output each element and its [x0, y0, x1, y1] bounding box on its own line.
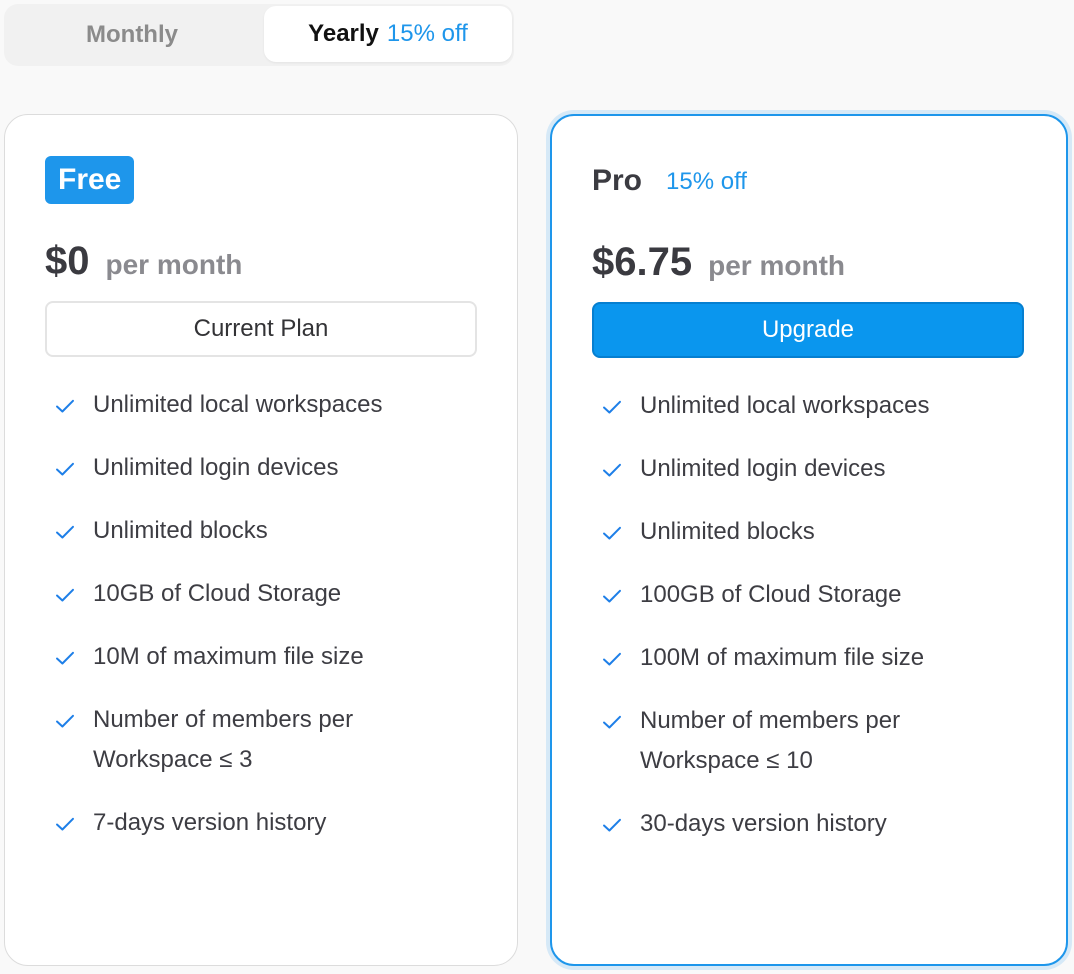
free-feature-members-per-workspace: Number of members per Workspace ≤ 3: [47, 704, 487, 784]
free-feature-text: Number of members per Workspace ≤ 3: [93, 706, 354, 773]
pro-feature-unlimited-local-workspaces: Unlimited local workspaces: [594, 390, 1034, 430]
yearly-toggle-option[interactable]: Yearly 15% off: [264, 6, 512, 62]
pro-feature-text: 100M of maximum file size: [640, 644, 925, 671]
free-feature-version-history: 7-days version history: [47, 807, 487, 847]
check-icon: [47, 515, 83, 548]
pro-feature-version-history: 30-days version history: [594, 808, 1034, 848]
free-plan-header: Free: [45, 155, 135, 205]
check-icon: [47, 452, 83, 485]
current-plan-button[interactable]: Current Plan: [45, 301, 477, 357]
check-icon: [47, 578, 83, 611]
free-plan-period: per month: [105, 249, 243, 280]
free-feature-cloud-storage: 10GB of Cloud Storage: [47, 578, 487, 618]
pro-feature-maximum-file-size: 100M of maximum file size: [594, 642, 1034, 682]
free-feature-text: Unlimited blocks: [93, 517, 268, 544]
free-plan-card: Free $0 per month Current Plan Unlimited…: [4, 114, 518, 966]
free-feature-text: Unlimited login devices: [93, 454, 339, 481]
pro-feature-text: Unlimited login devices: [640, 455, 886, 482]
pro-feature-text: 100GB of Cloud Storage: [640, 581, 902, 608]
pro-feature-text: Number of members per Workspace ≤ 10: [640, 707, 901, 774]
pricing-page: Monthly Yearly 15% off Free $0 per month…: [0, 0, 1074, 974]
free-plan-price-row: $0 per month: [45, 241, 242, 291]
free-plan-feature-list: Unlimited local workspaces Unlimited log…: [47, 389, 487, 870]
pro-feature-cloud-storage: 100GB of Cloud Storage: [594, 579, 1034, 619]
upgrade-button[interactable]: Upgrade: [592, 302, 1024, 358]
pro-feature-members-per-workspace: Number of members per Workspace ≤ 10: [594, 705, 1034, 785]
free-plan-price: $0: [45, 239, 90, 283]
check-icon: [594, 453, 630, 486]
yearly-label: Yearly: [308, 20, 379, 47]
check-icon: [47, 807, 83, 840]
pro-plan-name: Pro: [592, 164, 643, 197]
pro-plan-card: Pro 15% off $6.75 per month Upgrade Unli…: [550, 114, 1068, 966]
pro-feature-text: Unlimited blocks: [640, 518, 815, 545]
monthly-label: Monthly: [86, 21, 178, 48]
check-icon: [47, 704, 83, 737]
pro-feature-unlimited-blocks: Unlimited blocks: [594, 516, 1034, 556]
pro-plan-discount: 15% off: [666, 168, 747, 195]
free-feature-text: 10GB of Cloud Storage: [93, 580, 342, 607]
check-icon: [594, 579, 630, 612]
pro-feature-text: 30-days version history: [640, 810, 887, 837]
pro-plan-period: per month: [708, 250, 845, 281]
free-plan-name-badge: Free: [45, 156, 135, 204]
pro-plan-price: $6.75: [592, 240, 693, 284]
yearly-discount-label: 15% off: [386, 20, 468, 47]
check-icon: [594, 642, 630, 675]
monthly-toggle-option[interactable]: Monthly: [4, 4, 260, 66]
free-feature-text: 10M of maximum file size: [93, 643, 364, 670]
free-feature-text: Unlimited local workspaces: [93, 391, 383, 418]
billing-period-toggle: Monthly Yearly 15% off: [4, 4, 514, 66]
pro-plan-price-row: $6.75 per month: [592, 242, 845, 292]
check-icon: [594, 516, 630, 549]
check-icon: [594, 808, 630, 841]
free-feature-text: 7-days version history: [93, 809, 327, 836]
check-icon: [594, 705, 630, 738]
free-feature-unlimited-blocks: Unlimited blocks: [47, 515, 487, 555]
pro-feature-unlimited-login-devices: Unlimited login devices: [594, 453, 1034, 493]
check-icon: [47, 389, 83, 422]
pro-plan-header: Pro 15% off: [592, 156, 747, 206]
check-icon: [47, 641, 83, 674]
free-feature-unlimited-login-devices: Unlimited login devices: [47, 452, 487, 492]
pro-plan-feature-list: Unlimited local workspaces Unlimited log…: [594, 390, 1034, 871]
free-feature-unlimited-local-workspaces: Unlimited local workspaces: [47, 389, 487, 429]
pro-feature-text: Unlimited local workspaces: [640, 392, 930, 419]
check-icon: [594, 390, 630, 423]
free-feature-maximum-file-size: 10M of maximum file size: [47, 641, 487, 681]
